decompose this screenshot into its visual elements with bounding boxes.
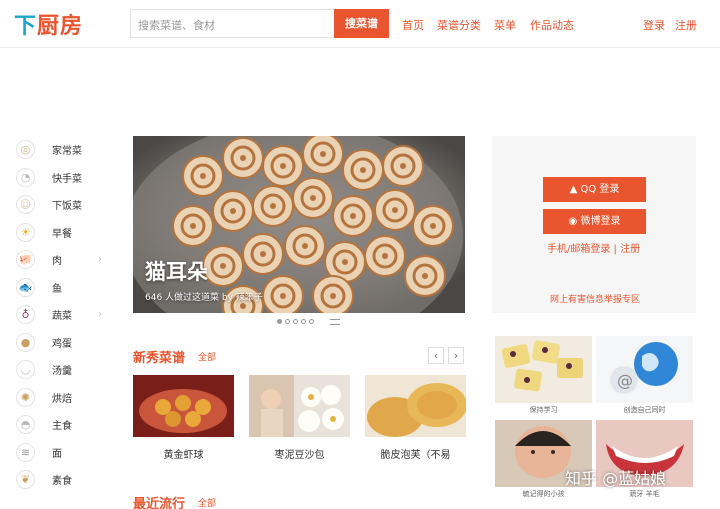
- sidebar-item[interactable]: ☺ 下饭菜: [16, 191, 116, 219]
- register-link[interactable]: 注册: [675, 17, 697, 33]
- carousel-dot[interactable]: [301, 319, 306, 324]
- login-link[interactable]: 登录: [643, 17, 665, 33]
- recipe-image[interactable]: [249, 375, 350, 437]
- sidebar-item[interactable]: ✺ 烘焙: [16, 384, 116, 412]
- sidebar-item-label: 鸡蛋: [52, 338, 72, 350]
- wheat-icon: ❦: [16, 470, 35, 490]
- recipe-name[interactable]: 脆皮泡芙（不易: [365, 446, 466, 461]
- recipe-name[interactable]: 黄金虾球: [133, 446, 234, 461]
- ad-caption: 保持学习: [529, 406, 558, 414]
- sidebar-item[interactable]: 🐖 肉 ›: [16, 246, 116, 274]
- sidebar-item[interactable]: ♁ 蔬菜 ›: [16, 301, 116, 329]
- carousel-dot[interactable]: [285, 319, 290, 324]
- ad-caption: 创造自己同时: [623, 406, 666, 414]
- plate-icon: ◎: [16, 140, 35, 160]
- sidebar-item[interactable]: ◡ 汤羹: [16, 356, 116, 384]
- carousel-menu-icon[interactable]: [330, 319, 340, 325]
- sidebar-item-label: 蔬菜: [52, 311, 72, 323]
- carousel-dots[interactable]: [277, 319, 314, 324]
- sidebar-item-label: 鱼: [52, 283, 62, 295]
- banner-subtitle: 646 人做过这道菜 by 辣笨子: [145, 293, 263, 303]
- login-panel: ▲ QQ 登录 ◉ 微博登录 手机/邮箱登录 | 注册 网上有害信息举报专区: [492, 136, 696, 313]
- category-sidebar: ◎ 家常菜 ◔ 快手菜 ☺ 下饭菜 ☀ 早餐 🐖 肉 › 🐟 鱼 ♁ 蔬菜 › ● 鸡蛋 ◡ 汤羹 ✺ 烘焙 ◓ 主食 ≋ 面 ❦ 素…: [16, 136, 116, 494]
- logo-char-3: 房: [60, 14, 84, 39]
- sidebar-item-label: 下饭菜: [52, 201, 82, 213]
- egg-icon: ●: [16, 332, 35, 352]
- carousel-dot[interactable]: [309, 319, 314, 324]
- bowl-icon: ◡: [16, 360, 35, 380]
- chevron-right-icon: ›: [98, 309, 102, 321]
- recipe-name[interactable]: 枣泥豆沙包: [249, 446, 350, 461]
- svg-text:@: @: [617, 371, 633, 390]
- sidebar-item-label: 烘焙: [52, 393, 72, 405]
- sidebar-item-label: 快手菜: [52, 173, 82, 185]
- recipe-card[interactable]: 黄金虾球: [133, 375, 234, 461]
- noodle-icon: ≋: [16, 442, 35, 462]
- banner-title[interactable]: 猫耳朵: [145, 256, 208, 286]
- section-more-new[interactable]: 全部: [198, 350, 216, 363]
- recipe-card[interactable]: 脆皮泡芙（不易: [365, 375, 466, 461]
- sidebar-item[interactable]: ≋ 面: [16, 439, 116, 467]
- chevron-right-icon: ›: [98, 254, 102, 266]
- fish-icon: 🐟: [16, 277, 35, 297]
- sidebar-item-label: 面: [52, 448, 62, 460]
- sidebar-item[interactable]: ● 鸡蛋: [16, 329, 116, 357]
- phone-email-login-link[interactable]: 手机/邮箱登录 | 注册: [547, 240, 640, 255]
- sidebar-item-label: 肉: [52, 256, 62, 268]
- smile-icon: ☺: [16, 195, 35, 215]
- qq-login-button[interactable]: ▲ QQ 登录: [543, 177, 646, 202]
- sidebar-item-label: 汤羹: [52, 366, 72, 378]
- report-link[interactable]: 网上有害信息举报专区: [550, 292, 640, 305]
- nav-menus[interactable]: 菜单: [494, 17, 516, 33]
- qq-login-label: QQ 登录: [580, 184, 620, 195]
- rice-icon: ◓: [16, 415, 35, 435]
- carousel-dot[interactable]: [293, 319, 298, 324]
- clock-icon: ◔: [16, 167, 35, 187]
- ad-globe[interactable]: @: [596, 336, 693, 403]
- ad-caption: 毓记得的小孩: [522, 490, 565, 498]
- carousel-dot[interactable]: [277, 319, 282, 324]
- pig-icon: 🐖: [16, 250, 35, 270]
- penguin-icon: ▲: [569, 184, 581, 195]
- ad-caption: 蔬牙 羊毛: [629, 490, 660, 498]
- sidebar-item[interactable]: ◓ 主食: [16, 411, 116, 439]
- sidebar-item-label: 早餐: [52, 228, 72, 240]
- section-title-new: 新秀菜谱: [133, 351, 186, 366]
- recipe-image[interactable]: [365, 375, 466, 437]
- nav-categories[interactable]: 菜谱分类: [437, 17, 481, 33]
- next-arrow-icon[interactable]: ›: [448, 347, 464, 364]
- sidebar-item-label: 主食: [52, 421, 72, 433]
- zhihu-watermark: 知乎 @蓝姑娘: [565, 469, 667, 488]
- search-input[interactable]: 搜索菜谱、食材: [130, 9, 334, 38]
- section-more-trend[interactable]: 全部: [198, 496, 216, 509]
- search-button[interactable]: 搜菜谱: [334, 9, 389, 38]
- sidebar-item[interactable]: ◎ 家常菜: [16, 136, 116, 164]
- ad-cookies[interactable]: [495, 336, 592, 403]
- weibo-icon: ◉: [568, 216, 581, 227]
- nav-home[interactable]: 首页: [402, 17, 424, 33]
- recipe-image[interactable]: [133, 375, 234, 437]
- sidebar-item[interactable]: 🐟 鱼: [16, 274, 116, 302]
- sidebar-item[interactable]: ❦ 素食: [16, 466, 116, 494]
- banner-image: [133, 136, 465, 313]
- sun-icon: ☀: [16, 222, 35, 242]
- weibo-login-label: 微博登录: [580, 216, 621, 227]
- weibo-login-button[interactable]: ◉ 微博登录: [543, 209, 646, 234]
- logo-char-2: 厨: [37, 14, 61, 39]
- prev-arrow-icon[interactable]: ‹: [428, 347, 444, 364]
- logo-char-1: 下: [14, 14, 38, 39]
- sidebar-item-label: 家常菜: [52, 146, 82, 158]
- onion-icon: ♁: [16, 305, 35, 325]
- nav-activity[interactable]: 作品动态: [530, 17, 574, 33]
- site-header: 下厨房 搜索菜谱、食材 搜菜谱 首页 菜谱分类 菜单 作品动态 登录 注册: [0, 0, 720, 48]
- sidebar-item-label: 素食: [52, 476, 72, 488]
- sidebar-item[interactable]: ☀ 早餐: [16, 219, 116, 247]
- sidebar-item[interactable]: ◔ 快手菜: [16, 164, 116, 192]
- site-logo[interactable]: 下厨房: [14, 8, 83, 40]
- featured-banner[interactable]: 猫耳朵 646 人做过这道菜 by 辣笨子: [133, 136, 465, 313]
- cookie-icon: ✺: [16, 387, 35, 407]
- recipe-card[interactable]: 枣泥豆沙包: [249, 375, 350, 461]
- section-title-trend: 最近流行: [133, 497, 186, 509]
